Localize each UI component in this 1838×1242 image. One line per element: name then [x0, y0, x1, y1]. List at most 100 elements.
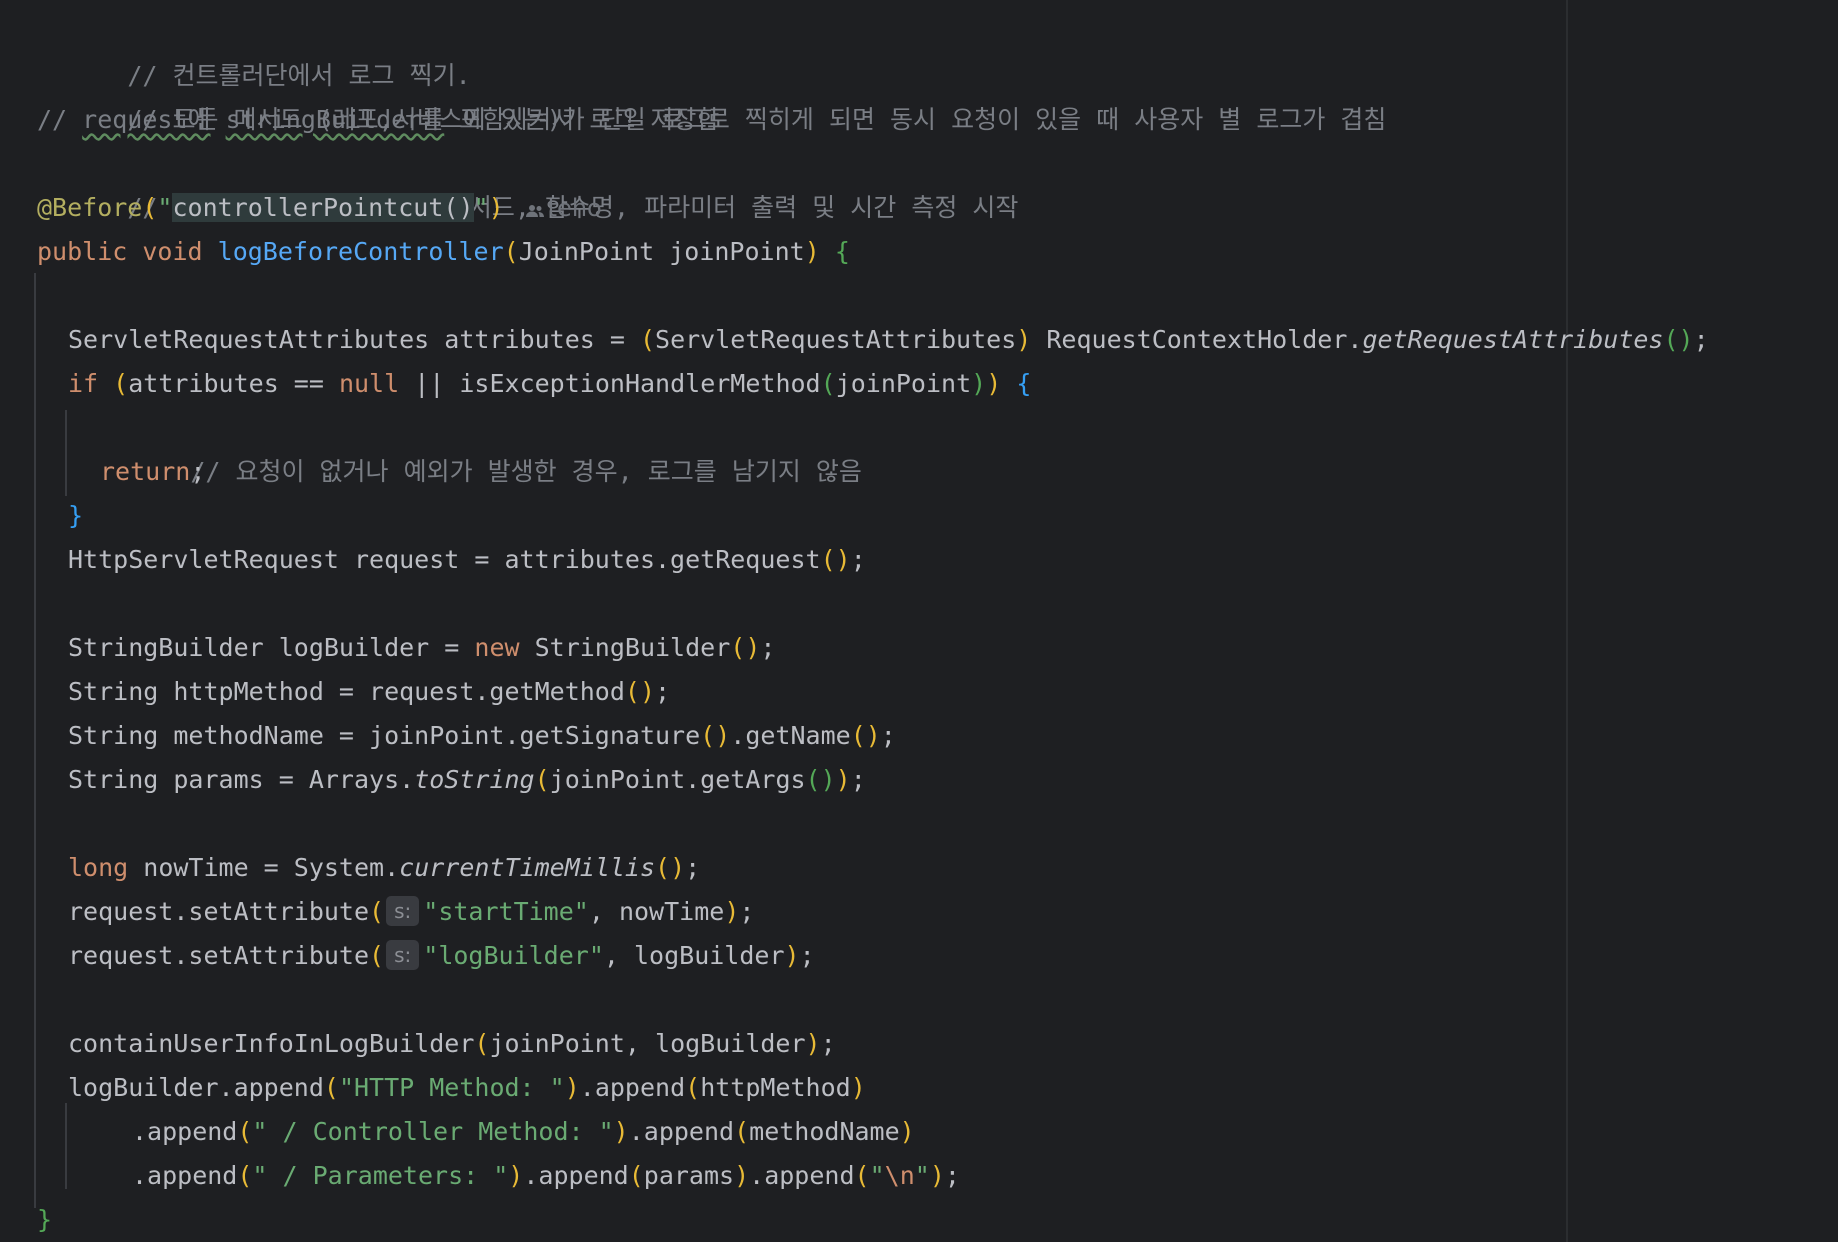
paren-token: ( [685, 1073, 701, 1102]
code-lines: // 컨트롤러단에서 로그 찍기. // 모든 메서드 (레포,서비스에 있는)… [37, 10, 1838, 1242]
type-token: JoinPoint [518, 237, 655, 266]
code-token: .append [749, 1161, 855, 1190]
paren-token: ) [805, 1029, 821, 1058]
code-token: nowTime = System. [128, 853, 400, 882]
param-token: joinPoint [669, 237, 805, 266]
paren-token: ) [564, 1073, 580, 1102]
paren-token: ( [369, 941, 385, 970]
code-token: joinPoint [835, 369, 972, 398]
string-token: " / Parameters: " [252, 1161, 509, 1190]
code-line-2: // 모든 메서드 (레포,서비스에 있는)가 단일 로그로 찍히게 되면 동시… [37, 54, 1838, 134]
code-token: methodName [749, 1117, 900, 1146]
code-token: || isExceptionHandlerMethod [399, 369, 821, 398]
code-line-15: StringBuilder logBuilder = new StringBui… [68, 633, 776, 662]
code-token: params [643, 1161, 735, 1190]
paren-token: ( [534, 765, 550, 794]
code-line-27: .append(" / Parameters: ").append(params… [132, 1161, 960, 1190]
code-token: , nowTime [588, 897, 725, 926]
code-token: String methodName = joinPoint.getSignatu… [68, 721, 701, 750]
paren-token: ) [488, 193, 504, 222]
code-line-13: HttpServletRequest request = attributes.… [68, 545, 866, 574]
code-line-21: request.setAttribute(s: "startTime", nowT… [68, 896, 755, 926]
static-call-token: toString [414, 765, 535, 794]
keyword-token: new [474, 633, 520, 662]
paren-token: ) [835, 765, 851, 794]
keyword-token: null [338, 369, 400, 398]
code-author-hint[interactable]: teho [525, 194, 602, 222]
brace-token: } [37, 1205, 53, 1234]
string-token: " [473, 193, 489, 222]
code-line-22: request.setAttribute(s: "logBuilder", log… [68, 940, 815, 970]
code-token: attributes == [128, 369, 339, 398]
string-token: " [914, 1161, 930, 1190]
paren-token: () [820, 545, 851, 574]
code-line-11: return; [100, 457, 206, 486]
paren-token: ) [986, 369, 1002, 398]
string-token: "HTTP Method: " [338, 1073, 565, 1102]
code-line-6: public void logBeforeController(JoinPoin… [37, 230, 1838, 274]
code-token: joinPoint.getArgs [549, 765, 806, 794]
code-line-16: String httpMethod = request.getMethod(); [68, 677, 671, 706]
paren-token: ) [508, 1161, 524, 1190]
keyword-token: if [68, 369, 99, 398]
string-token: "logBuilder" [423, 941, 604, 970]
code-token: RequestContextHolder. [1031, 325, 1363, 354]
paren-token: ( [734, 1117, 750, 1146]
code-token: containUserInfoInLogBuilder [68, 1029, 475, 1058]
code-line-1: // 컨트롤러단에서 로그 찍기. [37, 10, 1838, 90]
users-icon [525, 205, 544, 217]
paren-token: ) [850, 1073, 866, 1102]
paren-token: () [655, 853, 686, 882]
paren-token: () [1663, 325, 1694, 354]
code-token: .append [132, 1117, 238, 1146]
type-token: ServletRequestAttributes [655, 325, 1017, 354]
code-line-26: .append(" / Controller Method: ").append… [37, 1110, 1838, 1154]
code-line-9: if (attributes == null || isExceptionHan… [37, 362, 1838, 406]
escape-token: \n [884, 1161, 915, 1190]
code-line-18: String params = Arrays.toString(joinPoin… [68, 765, 866, 794]
code-line-8: ServletRequestAttributes attributes = (S… [68, 325, 1709, 354]
code-token: httpMethod [700, 1073, 851, 1102]
comment-token [211, 105, 226, 134]
code-token: logBuilder.append [68, 1073, 324, 1102]
code-token: .append [132, 1161, 238, 1190]
pointcut-reference[interactable]: controllerPointcut() [172, 193, 474, 222]
paren-token: ) [724, 897, 740, 926]
static-call-token: getRequestAttributes [1362, 325, 1664, 354]
code-token: request.setAttribute [68, 897, 370, 926]
paren-token: ( [237, 1117, 253, 1146]
code-token: HttpServletRequest request = attributes.… [68, 545, 821, 574]
keyword-token: return [100, 457, 191, 486]
paren-token: ) [899, 1117, 915, 1146]
string-token: " [157, 193, 173, 222]
code-token: StringBuilder [519, 633, 731, 662]
code-token: .append [579, 1073, 686, 1102]
paren-token: () [624, 677, 656, 706]
code-editor[interactable]: // 컨트롤러단에서 로그 찍기. // 모든 메서드 (레포,서비스에 있는)… [0, 0, 1838, 1242]
code-token: request.setAttribute [68, 941, 370, 970]
string-token: "startTime" [423, 897, 589, 926]
keyword-token: long [68, 853, 129, 882]
paren-token: ( [854, 1161, 870, 1190]
keyword-token: public void [37, 237, 203, 266]
code-line-28: } [37, 1198, 1838, 1242]
code-token: joinPoint, logBuilder [489, 1029, 806, 1058]
paren-token: () [730, 633, 761, 662]
paren-token: ) [734, 1161, 750, 1190]
code-line-17: String methodName = joinPoint.getSignatu… [68, 721, 896, 750]
paren-token: ( [369, 897, 385, 926]
paren-token: ) [784, 941, 800, 970]
annotation-token: @Before [37, 193, 143, 222]
code-token: StringBuilder logBuilder = [68, 633, 475, 662]
brace-token: { [1016, 369, 1032, 398]
comment-token: 포함시켜서 로그 저장함 [444, 105, 720, 134]
spell-warning-token: request에 [82, 105, 211, 134]
indent-guide-method [34, 273, 36, 1208]
code-token: , logBuilder [603, 941, 785, 970]
string-token: " [869, 1161, 885, 1190]
paren-token: ( [113, 369, 129, 398]
paren-token: ( [323, 1073, 339, 1102]
